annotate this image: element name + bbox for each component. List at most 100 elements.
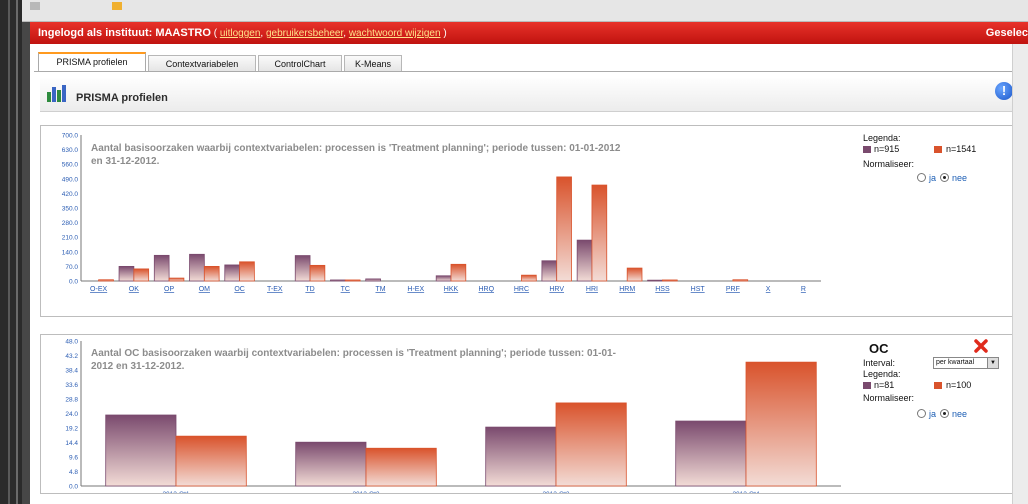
tab-prisma-profielen[interactable]: PRISMA profielen xyxy=(38,52,146,72)
y-tick-label: 700.0 xyxy=(62,133,79,140)
legend-swatch-series2 xyxy=(934,146,942,153)
bar-series2[interactable] xyxy=(239,261,255,282)
x-category-label[interactable]: TC xyxy=(341,286,350,293)
normalise-no-radio[interactable] xyxy=(940,409,949,418)
bar-series2[interactable] xyxy=(521,274,537,282)
bar-series2[interactable] xyxy=(556,176,572,282)
x-category-label[interactable]: HSS xyxy=(655,286,670,293)
tab-k-means[interactable]: K-Means xyxy=(344,55,402,72)
normalise-no-label[interactable]: nee xyxy=(952,173,967,183)
tab-contextvariabelen[interactable]: Contextvariabelen xyxy=(148,55,256,72)
bar-series1[interactable] xyxy=(576,239,593,282)
bar-series2[interactable] xyxy=(626,267,643,282)
bar-series2[interactable] xyxy=(133,268,150,282)
x-category-label[interactable]: TD xyxy=(305,286,314,293)
x-category-label[interactable]: O-EX xyxy=(90,286,107,293)
bar-series1[interactable] xyxy=(365,278,381,282)
x-category-label[interactable]: H-EX xyxy=(407,286,424,293)
x-category-label[interactable]: HST xyxy=(691,286,706,293)
y-tick-label: 630.0 xyxy=(62,147,79,154)
window-frame: Ingelogd als instituut: MAASTRO ( uitlog… xyxy=(0,0,1028,504)
x-category-label[interactable]: OC xyxy=(234,286,245,293)
bar-series1[interactable] xyxy=(485,426,557,487)
bar-series1[interactable] xyxy=(294,255,311,282)
x-category-label[interactable]: HRI xyxy=(586,286,598,293)
user-management-link[interactable]: gebruikersbeheer xyxy=(266,28,343,39)
y-tick-label: 48.0 xyxy=(65,339,78,346)
bar-series2[interactable] xyxy=(732,279,749,282)
bar-series1[interactable] xyxy=(189,253,205,282)
x-category-label[interactable]: R xyxy=(801,286,806,293)
x-category-label[interactable]: HKK xyxy=(444,286,459,293)
change-password-link[interactable]: wachtwoord wijzigen xyxy=(349,28,441,39)
toolbar-icon[interactable] xyxy=(112,2,122,10)
bar-series1[interactable] xyxy=(330,279,346,282)
bar-series2[interactable] xyxy=(344,279,361,282)
bar-series2[interactable] xyxy=(555,402,627,487)
chart-panel-profiles: 700.0 630.0 560.0 490.0 420.0 350.0 280.0 210.0… xyxy=(40,125,1015,317)
y-tick-label: 280.0 xyxy=(62,220,79,227)
close-icon[interactable] xyxy=(974,339,988,353)
paren-close: ) xyxy=(440,28,447,39)
bar-series2[interactable] xyxy=(309,264,326,282)
normalise-yes-radio[interactable] xyxy=(917,409,926,418)
bar-series1[interactable] xyxy=(675,420,747,487)
bar-series2[interactable] xyxy=(450,263,467,282)
bar-series2[interactable] xyxy=(365,447,437,487)
bar-series2[interactable] xyxy=(175,435,247,487)
x-category-label[interactable]: PRF xyxy=(726,286,740,293)
info-icon[interactable]: ! xyxy=(995,82,1013,100)
logout-link[interactable]: uitloggen xyxy=(220,28,261,39)
normalise-no-radio[interactable] xyxy=(940,173,949,182)
bar-series2[interactable] xyxy=(591,184,608,282)
bar-series2[interactable] xyxy=(203,265,220,282)
x-category-label: 2012-Qt4 xyxy=(732,491,759,493)
bar-series2[interactable] xyxy=(662,279,678,282)
legend-swatch-series2 xyxy=(934,382,942,389)
normalise-yes-radio[interactable] xyxy=(917,173,926,182)
bar-series2[interactable] xyxy=(745,361,817,487)
y-tick-label: 350.0 xyxy=(62,206,79,213)
chart-title: Aantal OC basisoorzaken waarbij contextv… xyxy=(91,347,671,373)
chart-title-line: 2012 en 31-12-2012. xyxy=(91,361,185,372)
x-category-label[interactable]: TM xyxy=(375,286,385,293)
bar-series1[interactable] xyxy=(118,265,135,282)
normalise-label: Normaliseer: xyxy=(863,393,915,403)
bar-series1[interactable] xyxy=(153,254,170,282)
bar-series2[interactable] xyxy=(168,277,185,282)
toolbar-icon[interactable] xyxy=(30,2,40,10)
y-tick-label: 140.0 xyxy=(62,249,79,256)
page-header: PRISMA profielen ! xyxy=(40,78,1015,112)
chart-title-line: Aantal OC basisoorzaken waarbij contextv… xyxy=(91,348,616,359)
tab-controlchart[interactable]: ControlChart xyxy=(258,55,342,72)
y-tick-label: 14.4 xyxy=(65,440,78,447)
legend-label-series2: n=100 xyxy=(946,380,972,390)
x-category-label[interactable]: HRQ xyxy=(478,286,494,293)
login-text: Ingelogd als instituut: MAASTRO xyxy=(38,27,211,39)
bar-series1[interactable] xyxy=(105,414,177,487)
x-category-label[interactable]: T-EX xyxy=(267,286,283,293)
bar-series1[interactable] xyxy=(224,264,240,282)
bar-chart-icon xyxy=(47,85,66,102)
x-category-label[interactable]: X xyxy=(766,286,771,293)
bar-series1[interactable] xyxy=(435,275,452,282)
scrollbar[interactable] xyxy=(1012,44,1028,504)
bar-series1[interactable] xyxy=(541,260,558,282)
x-category-label[interactable]: HRC xyxy=(514,286,529,293)
x-category-label[interactable]: HRV xyxy=(549,286,564,293)
chevron-down-icon[interactable]: ▼ xyxy=(987,358,998,368)
normalise-no-label[interactable]: nee xyxy=(952,409,967,419)
y-tick-label: 38.4 xyxy=(65,368,78,375)
selection-label: Geselec xyxy=(985,27,1028,39)
bar-series1[interactable] xyxy=(647,279,663,282)
bar-series2[interactable] xyxy=(98,279,114,282)
x-category-label[interactable]: OP xyxy=(164,286,174,293)
interval-select[interactable]: per kwartaal ▼ xyxy=(933,357,999,369)
x-category-label[interactable]: OM xyxy=(199,286,210,293)
normalise-yes-label[interactable]: ja xyxy=(929,409,936,419)
tab-divider xyxy=(34,71,1024,72)
x-category-label[interactable]: HRM xyxy=(619,286,635,293)
x-category-label[interactable]: OK xyxy=(129,286,139,293)
bar-series1[interactable] xyxy=(295,441,367,487)
normalise-yes-label[interactable]: ja xyxy=(929,173,936,183)
